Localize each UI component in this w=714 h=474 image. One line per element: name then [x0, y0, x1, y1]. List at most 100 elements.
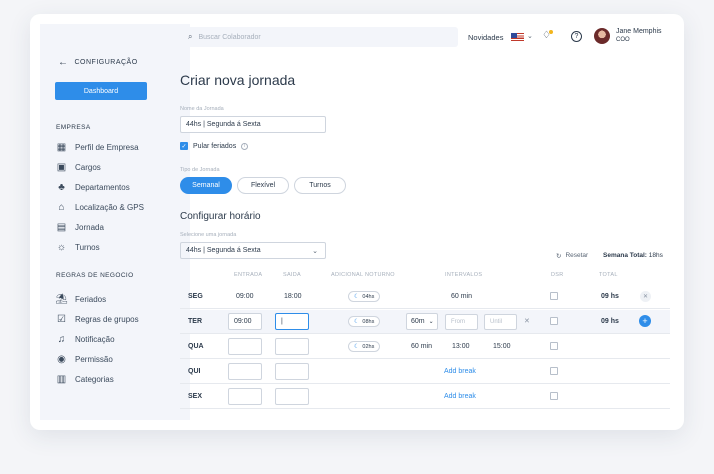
until-input[interactable]: Until	[484, 314, 517, 330]
sidebar-item-permissao[interactable]: ◉ Permissão	[56, 354, 113, 365]
section-empresa: EMPRESA	[56, 124, 91, 131]
novidades-link[interactable]: Novidades	[468, 33, 503, 42]
entrada-input[interactable]	[228, 338, 262, 355]
pular-feriados-checkbox[interactable]: ✓ Pular feriados i	[180, 142, 249, 150]
moon-icon: ☾	[354, 344, 360, 350]
tipo-label: Tipo de Jornada	[180, 167, 220, 173]
tipo-flexivel-button[interactable]: Flexível	[237, 177, 289, 194]
main-card: ← CONFIGURAÇÃO Dashboard EMPRESA ▦ Perfil…	[30, 14, 684, 430]
until-value: 15:00	[493, 343, 511, 350]
journey-name-input[interactable]: 44hs | Segunda á Sexta	[180, 116, 326, 133]
sidebar-item-turnos[interactable]: ☼ Turnos	[56, 242, 100, 253]
sidebar-item-notificacao[interactable]: ♫ Notificação	[56, 334, 115, 345]
th-total: TOTAL	[599, 272, 618, 278]
saida-input[interactable]	[275, 363, 309, 380]
dsr-checkbox[interactable]	[550, 392, 558, 400]
arrow-left-icon: ←	[58, 57, 69, 68]
topbar: ⌕ Buscar Colaborador Novidades ⌄ ♢ ? Jan…	[180, 24, 674, 50]
th-dsr: DSR	[551, 272, 564, 278]
reset-icon: ↻	[556, 253, 562, 260]
help-icon[interactable]: ?	[571, 31, 582, 42]
sidebar-item-perfil[interactable]: ▦ Perfil de Empresa	[56, 142, 139, 153]
close-icon[interactable]: ✕	[524, 317, 530, 325]
entrada-input[interactable]	[228, 363, 262, 380]
from-input[interactable]: From	[445, 314, 478, 330]
notification-bell-icon[interactable]: ♢	[542, 30, 553, 41]
saida-value: 18:00	[284, 293, 302, 300]
back-link[interactable]: ← CONFIGURAÇÃO	[58, 57, 138, 68]
back-label: CONFIGURAÇÃO	[74, 59, 138, 66]
sidebar-item-localizacao[interactable]: ⌂ Localização & GPS	[56, 202, 143, 213]
entrada-input[interactable]	[228, 388, 262, 405]
folder-icon: ▥	[56, 374, 67, 385]
reset-button[interactable]: ↻ Resetar	[556, 252, 588, 260]
building-icon: ▦	[56, 142, 67, 153]
bell-icon: ♫	[57, 334, 66, 345]
section-regras: REGRAS DE NEGOCIO	[56, 272, 134, 279]
search-placeholder: Buscar Colaborador	[198, 33, 261, 41]
sun-icon: ☼	[56, 242, 67, 253]
noturno-badge: ☾ 02hs	[348, 341, 381, 352]
add-break-link[interactable]: Add break	[444, 368, 476, 375]
from-value: 13:00	[452, 343, 470, 350]
th-intervalos: INTERVALOS	[445, 272, 483, 278]
table-row-qui: QUI Add break	[180, 360, 670, 384]
noturno-badge: ☾ 04hs	[348, 291, 381, 302]
saida-input[interactable]: |	[275, 313, 309, 330]
select-label: Selecione uma jornada	[180, 232, 237, 238]
clipboard-icon: ☑	[57, 314, 66, 325]
sidebar: ← CONFIGURAÇÃO Dashboard EMPRESA ▦ Perfil…	[40, 24, 190, 420]
saida-input[interactable]	[275, 388, 309, 405]
sidebar-item-departamentos[interactable]: ♣ Departamentos	[56, 182, 129, 193]
dsr-checkbox[interactable]	[550, 367, 558, 375]
avatar[interactable]	[594, 28, 610, 44]
search-input[interactable]: ⌕ Buscar Colaborador	[180, 27, 458, 47]
dsr-checkbox[interactable]	[550, 342, 558, 350]
org-chart-icon: ♣	[58, 182, 65, 193]
add-break-link[interactable]: Add break	[444, 393, 476, 400]
config-title: Configurar horário	[180, 211, 261, 222]
chevron-down-icon: ⌄	[312, 247, 318, 255]
us-flag-icon[interactable]	[511, 33, 524, 41]
tipo-semanal-button[interactable]: Semanal	[180, 177, 232, 194]
total-value: 09 hs	[601, 318, 619, 325]
page-title: Criar nova jornada	[180, 72, 296, 88]
remove-icon[interactable]: ✕	[640, 291, 651, 302]
total-value: 09 hs	[601, 293, 619, 300]
briefcase-icon: ▣	[56, 162, 67, 173]
noturno-badge: ☾ 08hs	[348, 316, 381, 327]
chevron-down-icon[interactable]: ⌄	[527, 32, 533, 40]
notification-dot	[548, 30, 553, 34]
sidebar-item-categorias[interactable]: ▥ Categorias	[56, 374, 114, 385]
calendar-icon: ▤	[56, 222, 67, 233]
chevron-down-icon: ⌄	[428, 319, 434, 325]
semana-total: Semana Total: 18hs	[603, 252, 663, 259]
dashboard-button[interactable]: Dashboard	[55, 82, 147, 100]
saida-input[interactable]	[275, 338, 309, 355]
sidebar-item-jornada[interactable]: ▤ Jornada	[56, 222, 104, 233]
dsr-checkbox[interactable]	[550, 292, 558, 300]
user-role: COO	[616, 37, 630, 43]
intervalo-select[interactable]: 60m ⌄	[406, 313, 438, 330]
user-name: Jane Memphis	[616, 28, 662, 35]
dsr-checkbox[interactable]	[550, 317, 558, 325]
intervalo-value: 60 min	[451, 293, 473, 300]
tipo-turnos-button[interactable]: Turnos	[294, 177, 346, 194]
table-row-qua: QUA ☾ 02hs 60 min 13:00 15:00	[180, 335, 670, 359]
add-icon[interactable]: +	[639, 315, 651, 327]
lock-circle-icon: ◉	[57, 354, 66, 365]
journey-select[interactable]: 44hs | Segunda á Sexta ⌄	[180, 242, 326, 259]
th-saida: SAIDA	[283, 272, 302, 278]
sidebar-item-regras-grupos[interactable]: ☑ Regras de grupos	[56, 314, 139, 325]
sidebar-item-cargos[interactable]: ▣ Cargos	[56, 162, 101, 173]
table-row-ter: TER 09:00 | ☾ 08hs 60m ⌄ From Until ✕ 09 h…	[180, 310, 670, 334]
moon-icon: ☾	[354, 319, 360, 325]
entrada-input[interactable]: 09:00	[228, 313, 262, 330]
info-icon[interactable]: i	[241, 142, 249, 150]
th-noturno: ADICIONAL NOTURNO	[331, 272, 395, 278]
entrada-value: 09:00	[236, 293, 254, 300]
th-entrada: ENTRADA	[234, 272, 263, 278]
location-icon: ⌂	[58, 202, 65, 213]
table-row-seg: SEG 09:00 18:00 ☾ 04hs 60 min 09 hs ✕	[180, 285, 670, 309]
sidebar-item-feriados[interactable]: ⛱ Feriados	[55, 294, 106, 305]
